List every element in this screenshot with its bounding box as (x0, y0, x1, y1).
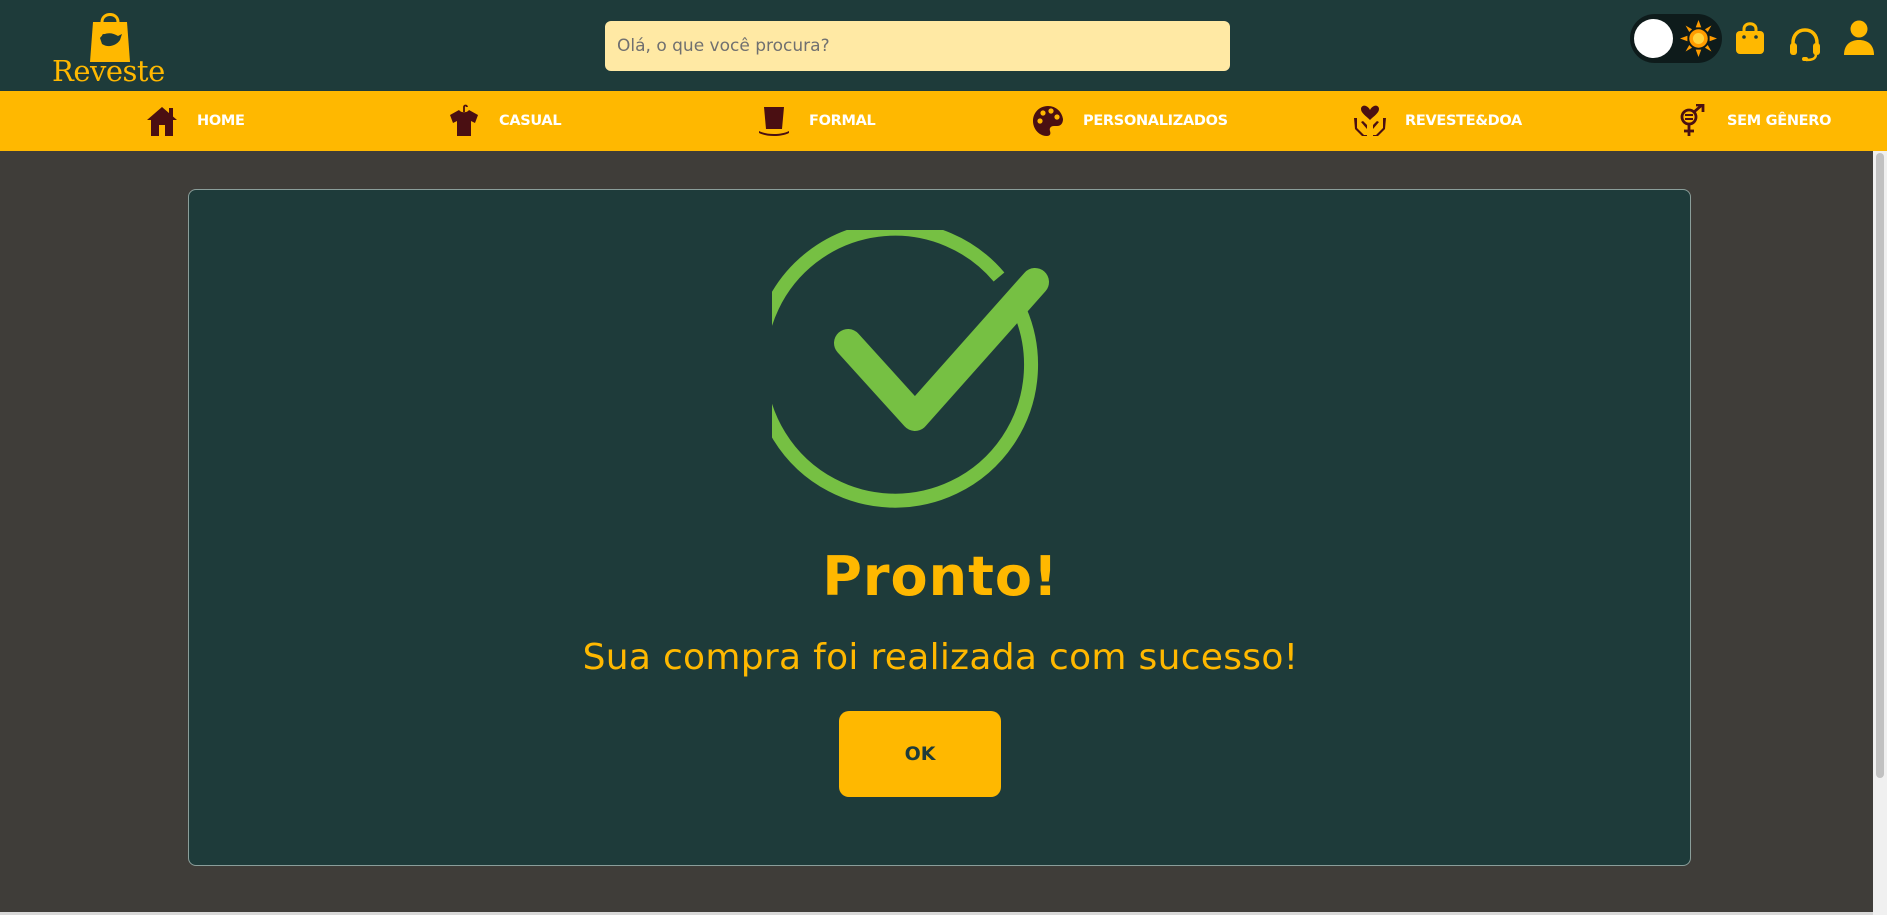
logo-text: Reveste (52, 54, 165, 88)
theme-toggle[interactable] (1630, 14, 1722, 63)
page-scrollbar[interactable] (1873, 151, 1887, 915)
sun-icon (1680, 20, 1717, 57)
nav-item-formal[interactable]: FORMAL (757, 91, 876, 151)
nav-label-formal: FORMAL (809, 113, 876, 129)
modal-message: Sua compra foi realizada com sucesso! (582, 637, 1299, 678)
nav-item-casual[interactable]: CASUAL (447, 91, 562, 151)
nav-item-personalizados[interactable]: PERSONALIZADOS (1031, 91, 1228, 151)
search-input[interactable] (605, 21, 1230, 71)
toggle-knob (1634, 19, 1673, 58)
user-icon[interactable] (1843, 20, 1875, 56)
home-icon (147, 107, 177, 136)
top-hat-icon (759, 107, 789, 136)
scrollbar-thumb[interactable] (1876, 153, 1884, 778)
reveste-logo[interactable]: Reveste (52, 8, 165, 88)
nav-item-home[interactable]: HOME (145, 91, 245, 151)
palette-icon (1033, 106, 1063, 136)
ok-button[interactable]: OK (839, 711, 1001, 797)
modal-title: Pronto! (822, 545, 1059, 608)
nav-item-sem-genero[interactable]: SEM GÊNERO (1675, 91, 1831, 151)
shirt-icon (450, 104, 478, 136)
category-nav: HOME CASUAL FORMAL PERSONALIZADOS REVEST… (0, 91, 1887, 151)
headset-icon[interactable] (1788, 26, 1822, 62)
nav-label-personalizados: PERSONALIZADOS (1083, 113, 1228, 129)
hands-heart-icon (1354, 105, 1386, 136)
top-header: Reveste (0, 0, 1887, 91)
success-modal: Pronto! Sua compra foi realizada com suc… (188, 189, 1691, 866)
shopping-bag-icon[interactable] (1735, 21, 1765, 55)
nav-item-reveste-doa[interactable]: REVESTE&DOA (1353, 91, 1522, 151)
check-circle-icon (772, 230, 1049, 508)
gender-icon (1680, 104, 1705, 136)
nav-label-home: HOME (197, 113, 245, 129)
nav-label-reveste-doa: REVESTE&DOA (1405, 113, 1522, 129)
nav-label-sem-genero: SEM GÊNERO (1727, 113, 1832, 129)
nav-label-casual: CASUAL (499, 113, 562, 129)
